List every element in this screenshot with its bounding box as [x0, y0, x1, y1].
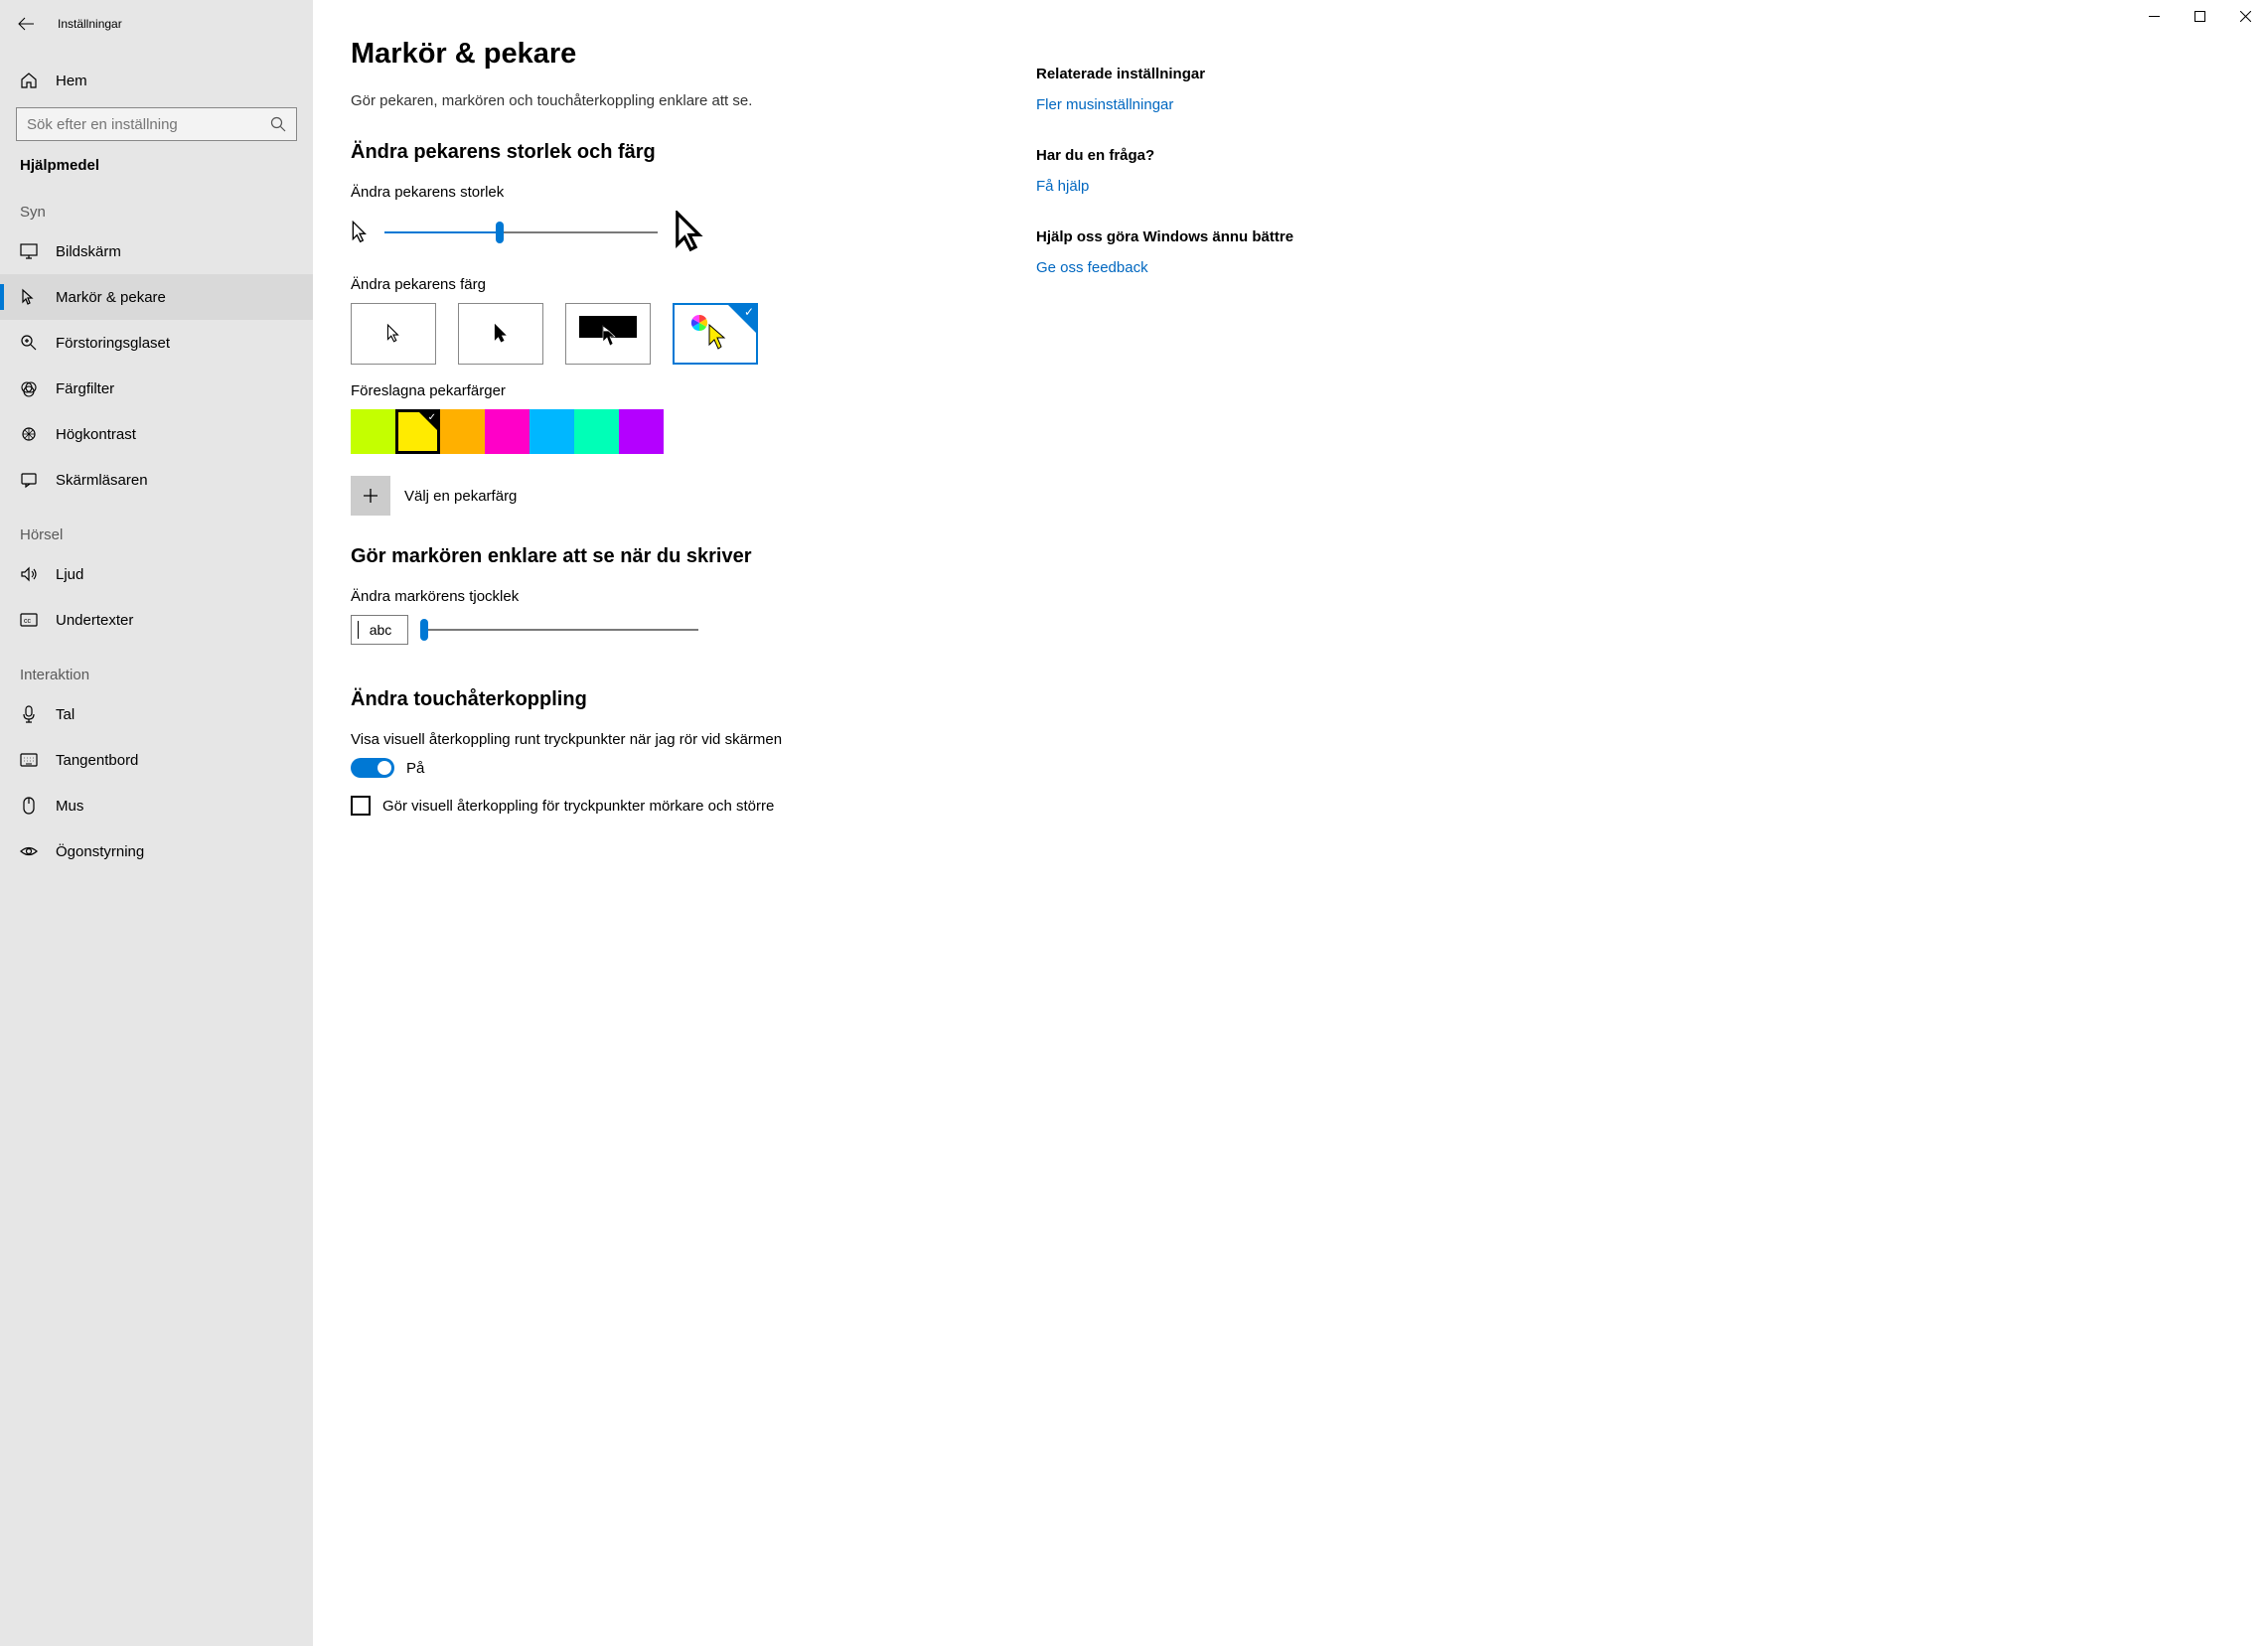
- sidebar: Inställningar Hem Hjälpmedel Syn Bildskär…: [0, 0, 313, 1646]
- suggested-colors-row: [351, 409, 1016, 454]
- pointer-size-label: Ändra pekarens storlek: [351, 184, 1016, 201]
- back-button[interactable]: [18, 17, 48, 31]
- suggested-colors-label: Föreslagna pekarfärger: [351, 382, 1016, 399]
- category-label: Hjälpmedel: [0, 141, 313, 180]
- magnifier-icon: [20, 334, 38, 352]
- home-nav[interactable]: Hem: [0, 62, 313, 99]
- color-swatch[interactable]: [574, 409, 619, 454]
- nav-item-captions[interactable]: cc Undertexter: [0, 597, 313, 643]
- page-subtitle: Gör pekaren, markören och touchåterkoppl…: [351, 92, 1016, 109]
- touch-toggle-state: På: [406, 760, 424, 777]
- colorfilter-icon: [20, 379, 38, 397]
- section-thickness-heading: Gör markören enklare att se när du skriv…: [351, 545, 1016, 568]
- mouse-icon: [20, 797, 38, 815]
- nav-item-audio[interactable]: Ljud: [0, 551, 313, 597]
- get-help-link[interactable]: Få hjälp: [1036, 178, 1294, 195]
- speech-icon: [20, 705, 38, 723]
- nav-item-eye[interactable]: Ögonstyrning: [0, 828, 313, 874]
- related-title: Relaterade inställningar: [1036, 66, 1294, 82]
- nav-item-colorfilter[interactable]: Färgfilter: [0, 366, 313, 411]
- color-swatch[interactable]: [351, 409, 395, 454]
- cursor-small-icon: [351, 221, 369, 244]
- audio-icon: [20, 565, 38, 583]
- nav-item-magnifier[interactable]: Förstoringsglaset: [0, 320, 313, 366]
- window-controls: [2131, 0, 2268, 32]
- thickness-label: Ändra markörens tjocklek: [351, 588, 1016, 605]
- section-size-heading: Ändra pekarens storlek och färg: [351, 141, 1016, 164]
- question-title: Har du en fråga?: [1036, 147, 1294, 164]
- display-icon: [20, 243, 38, 259]
- search-box[interactable]: [16, 107, 297, 141]
- nav-item-label: Bildskärm: [56, 243, 121, 260]
- touch-darker-label: Gör visuell återkoppling för tryckpunkte…: [382, 798, 774, 815]
- scheme-custom[interactable]: [673, 303, 758, 365]
- home-icon: [20, 72, 38, 89]
- scheme-white[interactable]: [351, 303, 436, 365]
- touch-toggle-label: Visa visuell återkoppling runt tryckpunk…: [351, 731, 1016, 748]
- color-swatch[interactable]: [529, 409, 574, 454]
- color-swatch[interactable]: [440, 409, 485, 454]
- home-label: Hem: [56, 73, 87, 89]
- color-swatch[interactable]: [619, 409, 664, 454]
- nav-item-label: Markör & pekare: [56, 289, 166, 306]
- nav-group-label: Hörsel: [0, 503, 313, 551]
- nav-group-label: Syn: [0, 180, 313, 228]
- feedback-link[interactable]: Ge oss feedback: [1036, 259, 1294, 276]
- cursor-large-icon: [674, 211, 705, 254]
- nav-item-label: Skärmläsaren: [56, 472, 148, 489]
- nav-item-label: Förstoringsglaset: [56, 335, 170, 352]
- app-title: Inställningar: [48, 17, 122, 31]
- highcontrast-icon: [20, 425, 38, 443]
- scheme-black[interactable]: [458, 303, 543, 365]
- nav-item-narrator[interactable]: Skärmläsaren: [0, 457, 313, 503]
- maximize-button[interactable]: [2177, 0, 2222, 32]
- nav-item-display[interactable]: Bildskärm: [0, 228, 313, 274]
- nav-item-label: Tal: [56, 706, 75, 723]
- choose-custom-color-button[interactable]: [351, 476, 390, 516]
- nav-item-cursor[interactable]: Markör & pekare: [0, 274, 313, 320]
- touch-feedback-toggle[interactable]: [351, 758, 394, 778]
- nav-item-label: Mus: [56, 798, 83, 815]
- captions-icon: cc: [20, 612, 38, 628]
- search-input[interactable]: [27, 116, 270, 133]
- thickness-slider[interactable]: [420, 618, 698, 642]
- thickness-preview: abc: [351, 615, 408, 645]
- nav-item-keyboard[interactable]: Tangentbord: [0, 737, 313, 783]
- section-touch-heading: Ändra touchåterkoppling: [351, 688, 1016, 711]
- nav-item-label: Undertexter: [56, 612, 133, 629]
- minimize-button[interactable]: [2131, 0, 2177, 32]
- related-pane: Relaterade inställningar Fler musinställ…: [1036, 38, 1294, 1606]
- search-icon: [270, 116, 286, 132]
- related-link-mouse[interactable]: Fler musinställningar: [1036, 96, 1294, 113]
- eye-icon: [20, 844, 38, 858]
- nav-group-label: Interaktion: [0, 643, 313, 691]
- nav-item-label: Färgfilter: [56, 380, 114, 397]
- narrator-icon: [20, 471, 38, 489]
- close-button[interactable]: [2222, 0, 2268, 32]
- cursor-icon: [20, 288, 38, 306]
- page-title: Markör & pekare: [351, 38, 1016, 71]
- nav-item-mouse[interactable]: Mus: [0, 783, 313, 828]
- pointer-color-scheme-row: [351, 303, 1016, 365]
- color-swatch[interactable]: [395, 409, 440, 454]
- choose-custom-color-label: Välj en pekarfärg: [404, 488, 517, 505]
- pointer-color-label: Ändra pekarens färg: [351, 276, 1016, 293]
- keyboard-icon: [20, 753, 38, 767]
- svg-text:cc: cc: [24, 618, 32, 625]
- pointer-size-slider[interactable]: [384, 221, 658, 244]
- nav-item-label: Tangentbord: [56, 752, 138, 769]
- nav-item-label: Högkontrast: [56, 426, 136, 443]
- nav-item-label: Ögonstyrning: [56, 843, 144, 860]
- nav-item-highcontrast[interactable]: Högkontrast: [0, 411, 313, 457]
- color-swatch[interactable]: [485, 409, 529, 454]
- nav-item-label: Ljud: [56, 566, 83, 583]
- scheme-inverted[interactable]: [565, 303, 651, 365]
- nav-item-speech[interactable]: Tal: [0, 691, 313, 737]
- improve-title: Hjälp oss göra Windows ännu bättre: [1036, 228, 1294, 245]
- main-content: Markör & pekare Gör pekaren, markören oc…: [313, 0, 2268, 1646]
- touch-darker-checkbox[interactable]: [351, 796, 371, 816]
